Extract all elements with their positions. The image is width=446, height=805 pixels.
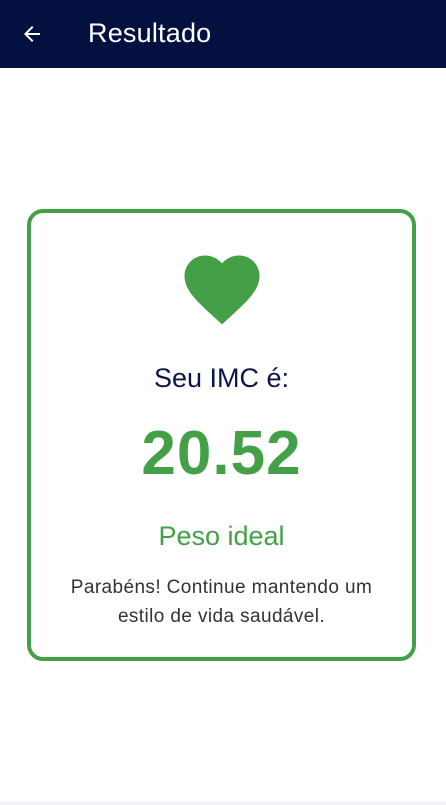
result-card: Seu IMC é: 20.52 Peso ideal Parabéns! Co… (27, 209, 416, 661)
imc-label: Seu IMC é: (153, 363, 290, 393)
page-title: Resultado (88, 18, 212, 48)
status-label: Peso ideal (158, 521, 285, 551)
result-message: Parabéns! Continue mantendo um estilo de… (70, 577, 373, 627)
bottom-divider (0, 801, 446, 805)
imc-value: 20.52 (141, 419, 302, 488)
app-bar: Resultado (0, 0, 446, 68)
arrow-left-icon (24, 26, 40, 42)
heart-icon (184, 255, 260, 325)
back-button[interactable] (12, 14, 52, 54)
